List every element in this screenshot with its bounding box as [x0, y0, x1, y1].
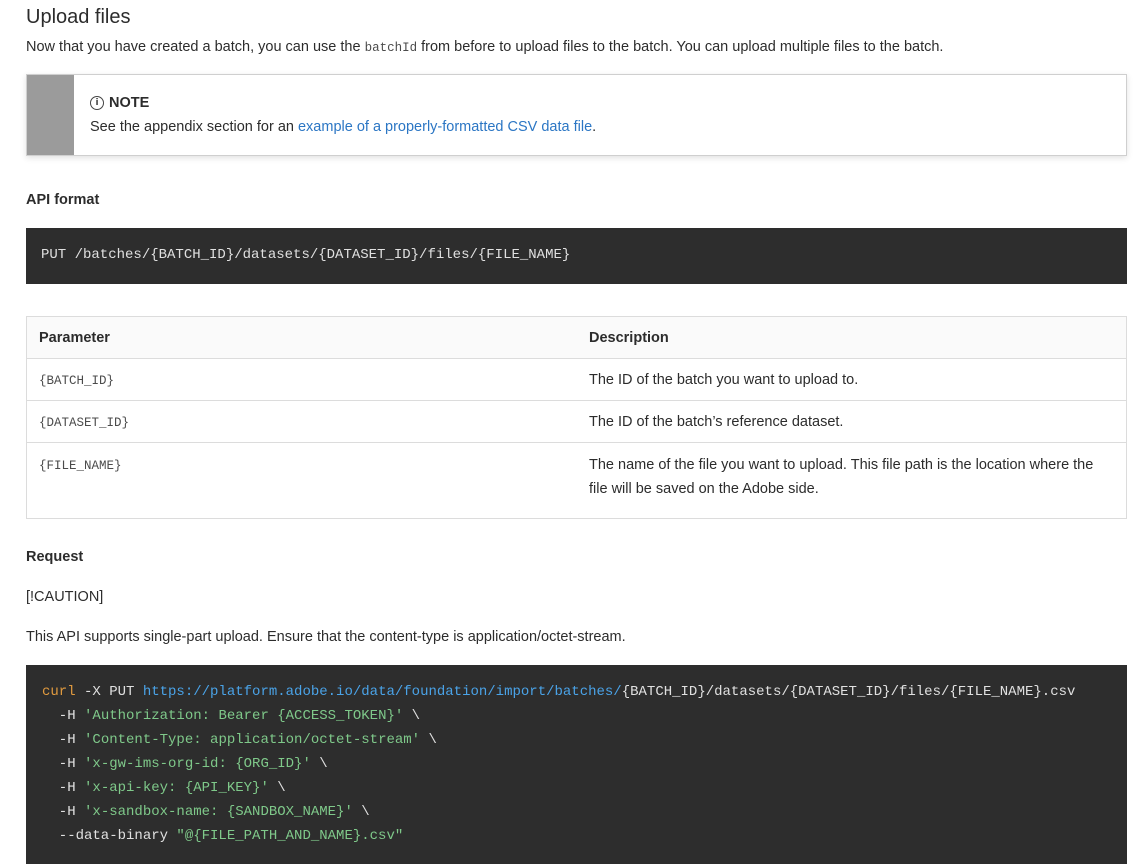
param-dataset-id: {DATASET_ID}	[39, 415, 130, 430]
note-callout: i NOTE See the appendix section for an e…	[26, 74, 1127, 156]
table-row: {DATASET_ID} The ID of the batch’s refer…	[26, 400, 1127, 443]
code-line: -H 'x-api-key: {API_KEY}' \	[42, 780, 286, 796]
code-token: -H	[42, 756, 85, 772]
note-title-text: NOTE	[109, 95, 150, 111]
api-format-code-block[interactable]: PUT /batches/{BATCH_ID}/datasets/{DATASE…	[26, 228, 1127, 284]
request-heading: Request	[26, 549, 84, 565]
note-text-after: .	[592, 119, 597, 135]
description-line-1: The name of the file you want to upload.…	[589, 457, 1094, 473]
intro-text-after: from before to upload files to the batch…	[417, 39, 944, 55]
parameters-table: Parameter Description {BATCH_ID} The ID …	[26, 316, 1127, 519]
param-batch-id: {BATCH_ID}	[39, 373, 115, 388]
table-row: {BATCH_ID} The ID of the batch you want …	[26, 358, 1127, 401]
request-description: This API supports single-part upload. En…	[26, 629, 626, 645]
section-title: Upload files	[26, 6, 131, 28]
code-token: -H	[42, 708, 85, 724]
code-string: 'x-sandbox-name: {SANDBOX_NAME}'	[84, 804, 353, 820]
description-cell: The name of the file you want to upload.…	[577, 442, 1127, 519]
code-url: https://platform.adobe.io/data/foundatio…	[142, 684, 622, 700]
caution-marker: [!CAUTION]	[26, 589, 104, 605]
note-title: i NOTE	[90, 95, 149, 111]
code-token: -H	[42, 780, 85, 796]
code-token: \	[352, 804, 370, 820]
table-row: {FILE_NAME} The name of the file you wan…	[26, 442, 1127, 519]
code-string: "@{FILE_PATH_AND_NAME}.csv"	[176, 828, 404, 844]
curl-code-block[interactable]: curl -X PUT https://platform.adobe.io/da…	[26, 665, 1127, 864]
intro-paragraph: Now that you have created a batch, you c…	[26, 38, 943, 57]
description-line-2: file will be saved on the Adobe side.	[589, 481, 819, 497]
param-file-name: {FILE_NAME}	[39, 459, 122, 473]
code-command: curl	[42, 684, 76, 700]
code-token: -H	[42, 804, 85, 820]
api-format-code: PUT /batches/{BATCH_ID}/datasets/{DATASE…	[41, 247, 571, 263]
code-string: 'Authorization: Bearer {ACCESS_TOKEN}'	[84, 708, 404, 724]
code-line: --data-binary "@{FILE_PATH_AND_NAME}.csv…	[42, 828, 403, 844]
description-cell: The ID of the batch’s reference dataset.	[577, 400, 1127, 443]
api-format-heading: API format	[26, 192, 100, 208]
code-token: -H	[42, 732, 85, 748]
note-text-before: See the appendix section for an	[90, 119, 298, 135]
code-string: 'Content-Type: application/octet-stream'	[84, 732, 421, 748]
code-token: --data-binary	[42, 828, 177, 844]
table-header-row: Parameter Description	[26, 316, 1127, 359]
info-icon: i	[90, 96, 104, 110]
column-header-description: Description	[577, 316, 1127, 359]
code-line: -H 'Authorization: Bearer {ACCESS_TOKEN}…	[42, 708, 420, 724]
note-accent-bar	[27, 75, 74, 155]
code-line: -H 'Content-Type: application/octet-stre…	[42, 732, 437, 748]
code-string: 'x-api-key: {API_KEY}'	[84, 780, 269, 796]
code-token: \	[310, 756, 328, 772]
code-token: -X PUT	[75, 684, 143, 700]
csv-example-link[interactable]: example of a properly-formatted CSV data…	[298, 119, 592, 135]
code-line: -H 'x-sandbox-name: {SANDBOX_NAME}' \	[42, 804, 370, 820]
param-cell: {DATASET_ID}	[26, 400, 577, 443]
description-cell: The ID of the batch you want to upload t…	[577, 358, 1127, 401]
code-line: -H 'x-gw-ims-org-id: {ORG_ID}' \	[42, 756, 328, 772]
code-token: \	[420, 732, 437, 748]
param-cell: {FILE_NAME}	[26, 442, 577, 519]
intro-text-before: Now that you have created a batch, you c…	[26, 39, 365, 55]
code-string: 'x-gw-ims-org-id: {ORG_ID}'	[84, 756, 311, 772]
param-cell: {BATCH_ID}	[26, 358, 577, 401]
code-line: curl -X PUT https://platform.adobe.io/da…	[42, 684, 1075, 700]
inline-code-batchid: batchId	[364, 41, 418, 55]
note-text: See the appendix section for an example …	[90, 119, 596, 135]
code-token: \	[403, 708, 421, 724]
column-header-parameter: Parameter	[26, 316, 577, 359]
code-token: {BATCH_ID}/datasets/{DATASET_ID}/files/{…	[621, 684, 1076, 700]
code-token: \	[268, 780, 286, 796]
